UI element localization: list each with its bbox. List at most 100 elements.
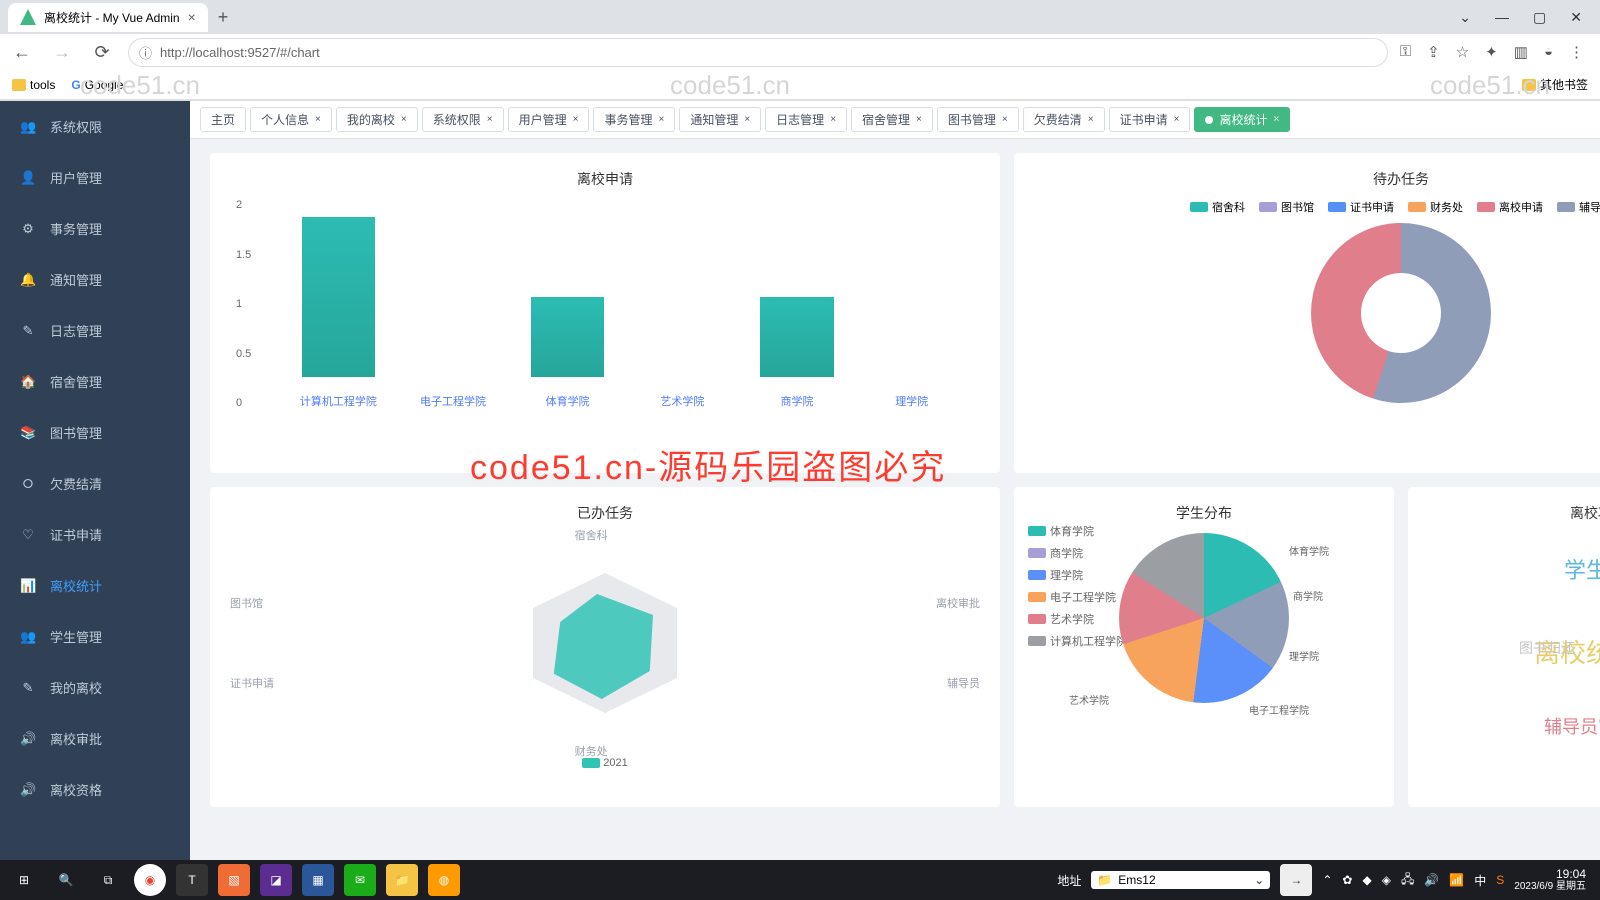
page-tab-9[interactable]: 图书管理× (937, 107, 1019, 132)
wechat-icon[interactable]: ✉ (344, 864, 376, 896)
sidebar-item-13[interactable]: 🔊离校资格 (0, 764, 190, 815)
app-icon[interactable]: ◍ (428, 864, 460, 896)
taskbar-clock[interactable]: 19:04 2023/6/9 星期五 (1514, 867, 1592, 893)
sidebar-item-0[interactable]: 👥系统权限 (0, 101, 190, 152)
legend-item[interactable]: 艺术学院 (1028, 611, 1127, 627)
kebab-menu-icon[interactable]: ⋮ (1569, 43, 1584, 61)
teams-icon[interactable]: ▦ (302, 864, 334, 896)
minimize-icon[interactable]: — (1495, 9, 1509, 26)
sidebar-item-9[interactable]: 📊离校统计 (0, 560, 190, 611)
legend-item[interactable]: 财务处 (1408, 199, 1463, 215)
radar-fill-shape (525, 573, 685, 713)
sidebar-item-6[interactable]: 📚图书管理 (0, 407, 190, 458)
maximize-icon[interactable]: ▢ (1533, 9, 1546, 26)
bookmark-tools[interactable]: tools (12, 78, 55, 92)
browser-tab-active[interactable]: 离校统计 - My Vue Admin × (8, 3, 208, 32)
sublime-icon[interactable]: ▧ (218, 864, 250, 896)
caret-down-icon[interactable]: ⌄ (1459, 9, 1471, 26)
sidebar-item-12[interactable]: 🔊离校审批 (0, 713, 190, 764)
password-key-icon[interactable]: ⚿ (1400, 43, 1411, 61)
legend-item[interactable]: 证书申请 (1328, 199, 1394, 215)
tray-volume-icon[interactable]: 🔊 (1424, 873, 1439, 887)
close-tab-icon[interactable]: × (830, 114, 836, 125)
legend-item[interactable]: 图书馆 (1259, 199, 1314, 215)
nav-forward-button[interactable]: → (48, 42, 76, 63)
search-icon[interactable]: 🔍 (50, 864, 82, 896)
page-tab-0[interactable]: 主页 (200, 107, 246, 132)
close-window-icon[interactable]: ✕ (1570, 9, 1582, 26)
legend-item[interactable]: 计算机工程学院 (1028, 633, 1127, 649)
close-tab-icon[interactable]: × (658, 114, 664, 125)
legend-item[interactable]: 电子工程学院 (1028, 589, 1127, 605)
legend-item[interactable]: 辅导员 (1557, 199, 1600, 215)
sidebar-item-2[interactable]: ⚙事务管理 (0, 203, 190, 254)
close-tab-icon[interactable]: × (401, 114, 407, 125)
tray-sogou-icon[interactable]: S (1496, 873, 1504, 887)
sidebar-item-4[interactable]: ✎日志管理 (0, 305, 190, 356)
page-tab-2[interactable]: 我的离校× (336, 107, 418, 132)
bookmark-other[interactable]: 其他书签 (1522, 76, 1588, 93)
bookmark-google[interactable]: G Google (71, 78, 123, 92)
sidebar-item-10[interactable]: 👥学生管理 (0, 611, 190, 662)
tray-settings-icon[interactable]: ✿ (1342, 873, 1352, 887)
chrome-icon[interactable]: ◉ (134, 864, 166, 896)
side-panel-icon[interactable]: ▥ (1514, 43, 1528, 61)
bookmark-star-icon[interactable]: ☆ (1456, 43, 1469, 61)
page-tab-11[interactable]: 证书申请× (1109, 107, 1191, 132)
sidebar-item-3[interactable]: 🔔通知管理 (0, 254, 190, 305)
address-bar[interactable]: ⓘ http://localhost:9527/#/chart (128, 38, 1388, 67)
window-controls: ⌄ — ▢ ✕ (1459, 9, 1600, 26)
nav-back-button[interactable]: ← (8, 42, 36, 63)
file-explorer-icon[interactable]: 📁 (386, 864, 418, 896)
tray-caret-icon[interactable]: ⌃ (1322, 873, 1332, 887)
tray-app2-icon[interactable]: ◈ (1382, 873, 1391, 887)
page-tab-12[interactable]: 离校统计× (1194, 107, 1290, 132)
page-tab-5[interactable]: 事务管理× (593, 107, 675, 132)
address-selector[interactable]: 📁 ⌄ (1091, 871, 1270, 889)
close-tab-icon[interactable]: × (916, 114, 922, 125)
site-info-icon[interactable]: ⓘ (139, 43, 152, 62)
sidebar-item-8[interactable]: ♡证书申请 (0, 509, 190, 560)
start-menu-icon[interactable]: ⊞ (8, 864, 40, 896)
close-tab-icon[interactable]: × (487, 114, 493, 125)
terminal-icon[interactable]: T (176, 864, 208, 896)
legend-item[interactable]: 理学院 (1028, 567, 1127, 583)
page-tab-7[interactable]: 日志管理× (765, 107, 847, 132)
sidebar-item-11[interactable]: ✎我的离校 (0, 662, 190, 713)
page-tab-4[interactable]: 用户管理× (508, 107, 590, 132)
close-tab-icon[interactable]: × (1002, 114, 1008, 125)
nav-reload-button[interactable]: ⟳ (88, 42, 116, 63)
page-tab-1[interactable]: 个人信息× (250, 107, 332, 132)
new-tab-button[interactable]: + (218, 7, 229, 28)
sidebar-item-1[interactable]: 👤用户管理 (0, 152, 190, 203)
close-tab-icon[interactable]: × (315, 114, 321, 125)
tray-ime-icon[interactable]: 中 (1474, 872, 1486, 889)
profile-avatar-icon[interactable]: ◒ (1544, 43, 1553, 61)
sidebar-item-5[interactable]: 🏠宿舍管理 (0, 356, 190, 407)
tray-network-icon[interactable]: 🖧 (1401, 870, 1414, 891)
go-arrow-icon[interactable]: → (1280, 864, 1312, 896)
close-tab-icon[interactable]: × (188, 9, 196, 25)
close-tab-icon[interactable]: × (1174, 114, 1180, 125)
ide-icon[interactable]: ◪ (260, 864, 292, 896)
chevron-down-icon[interactable]: ⌄ (1254, 873, 1264, 887)
legend-item[interactable]: 体育学院 (1028, 523, 1127, 539)
page-tab-10[interactable]: 欠费结清× (1023, 107, 1105, 132)
close-tab-icon[interactable]: × (1088, 114, 1094, 125)
close-tab-icon[interactable]: × (1273, 114, 1279, 125)
legend-item[interactable]: 离校申请 (1477, 199, 1543, 215)
close-tab-icon[interactable]: × (744, 114, 750, 125)
tray-app1-icon[interactable]: ◆ (1362, 873, 1371, 887)
sidebar-item-7[interactable]: ⭘欠费结清 (0, 458, 190, 509)
page-tab-6[interactable]: 通知管理× (679, 107, 761, 132)
page-tab-3[interactable]: 系统权限× (422, 107, 504, 132)
share-icon[interactable]: ⇪ (1427, 43, 1440, 61)
extensions-icon[interactable]: ✦ (1485, 43, 1498, 61)
legend-item[interactable]: 商学院 (1028, 545, 1127, 561)
legend-item[interactable]: 宿舍科 (1190, 199, 1245, 215)
task-view-icon[interactable]: ⧉ (92, 864, 124, 896)
close-tab-icon[interactable]: × (573, 114, 579, 125)
tray-wifi-icon[interactable]: 📶 (1449, 873, 1464, 887)
page-tab-8[interactable]: 宿舍管理× (851, 107, 933, 132)
address-input[interactable] (1118, 873, 1248, 887)
